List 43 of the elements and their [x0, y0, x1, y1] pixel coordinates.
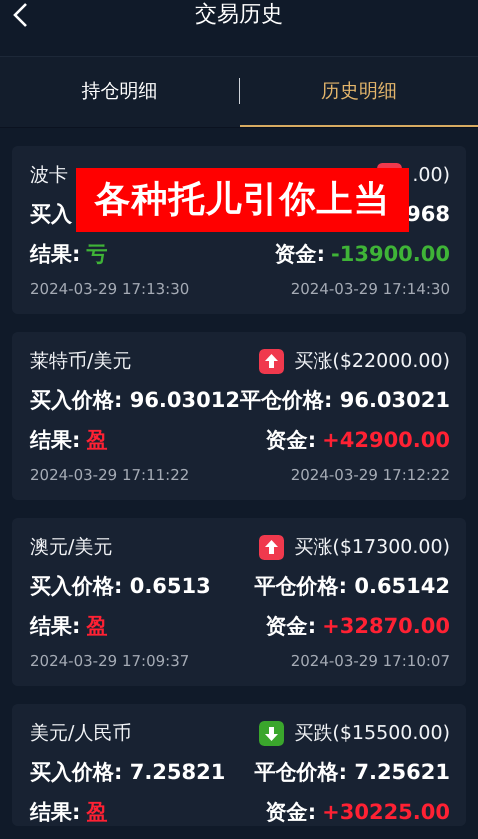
result-value: 盈 [86, 427, 108, 454]
caption-banner: 各种托儿引你上当 [76, 168, 409, 232]
result-value: 亏 [86, 241, 108, 268]
fund-label: 资金: [274, 241, 326, 268]
close-price: 平仓价格: 96.03021 [240, 387, 450, 414]
fund-value: +30225.00 [322, 800, 450, 824]
pair-name: 美元/人民币 [30, 721, 132, 746]
result-value: 盈 [86, 613, 108, 640]
pair-name: 波卡 [30, 163, 68, 188]
back-icon[interactable] [12, 2, 28, 28]
fund-label: 资金: [266, 427, 316, 454]
direction-amount: 买跌($15500.00) [294, 721, 450, 746]
pair-name: 澳元/美元 [30, 535, 112, 560]
direction-amount: .00) [412, 164, 450, 186]
fund-value: -13900.00 [331, 242, 450, 266]
fund-label: 资金: [266, 799, 316, 826]
result-label: 结果: [30, 799, 80, 826]
result-label: 结果: [30, 241, 80, 268]
fund-value: +32870.00 [322, 614, 450, 638]
fund-value: +42900.00 [322, 428, 450, 452]
tab[interactable]: 持仓明细 [0, 57, 238, 127]
page-title: 交易历史 [195, 1, 283, 29]
close-time: 2024-03-29 17:12:22 [290, 466, 450, 484]
close-time: 2024-03-29 17:14:30 [290, 280, 450, 298]
buy-price: 买入价格: 0.6513 [30, 573, 211, 600]
open-time: 2024-03-29 17:11:22 [30, 466, 190, 484]
result-label: 结果: [30, 613, 80, 640]
result-value: 盈 [86, 799, 108, 826]
buy-price: 买入价格: 96.03012 [30, 387, 240, 414]
tab[interactable]: 历史明细 [240, 57, 478, 127]
close-price: 平仓价格: 0.65142 [254, 573, 450, 600]
open-time: 2024-03-29 17:09:37 [30, 652, 190, 670]
close-price: 平仓价格: 7.25621 [254, 759, 450, 786]
buy-price: 买入价格: 7.25821 [30, 759, 226, 786]
direction-amount: 买涨($17300.00) [294, 535, 450, 560]
close-price: 968 [406, 202, 450, 226]
close-time: 2024-03-29 17:10:07 [290, 652, 450, 670]
open-time: 2024-03-29 17:13:30 [30, 280, 190, 298]
result-label: 结果: [30, 427, 80, 454]
direction-amount: 买涨($22000.00) [294, 349, 450, 374]
pair-name: 莱特币/美元 [30, 349, 132, 374]
buy-price: 买入 [30, 201, 72, 228]
fund-label: 资金: [266, 613, 316, 640]
